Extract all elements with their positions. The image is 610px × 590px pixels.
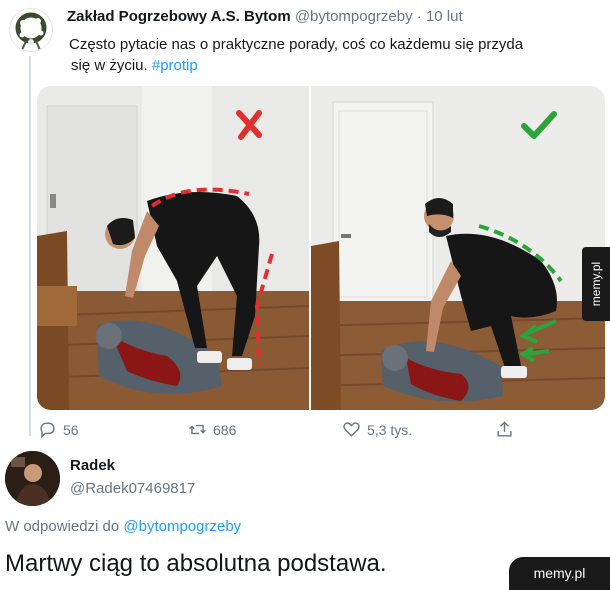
display-name[interactable]: Zakład Pogrzebowy A.S. Bytom [67,8,291,25]
reply-count: 56 [63,421,79,438]
reply-text: Martwy ciąg to absolutna podstawa. [5,550,387,577]
reply-handle[interactable]: @Radek07469817 [70,480,195,497]
separator: · [416,8,422,25]
tweet-text-line1: Często pytacie nas o praktyczne porady, … [69,36,524,53]
corner-watermark: memy.pl [509,557,610,590]
wreath-icon [15,12,47,51]
tweet-date[interactable]: 10 lut [426,8,463,25]
account-avatar[interactable] [9,8,53,52]
user-photo [5,451,60,506]
like-count: 5,3 tys. [367,421,413,438]
side-watermark-label: memy.pl [589,261,603,307]
heart-icon [343,422,360,437]
side-watermark: memy.pl [582,247,610,321]
thread-line [29,56,31,436]
reply-prefix: W odpowiedzi do [5,518,120,535]
handle[interactable]: @bytompogrzeby [295,8,413,25]
retweet-icon [189,424,206,435]
reply-display-name[interactable]: Radek [70,457,115,474]
like-action[interactable]: 5,3 tys. [342,420,412,439]
tweet-header: Zakład Pogrzebowy A.S. Bytom @bytompogrz… [67,8,463,25]
tweet-text: Często pytacie nas o praktyczne porady, … [69,34,589,76]
reply-avatar[interactable] [5,451,60,506]
tweet-text-line2: się w życiu. [71,57,148,74]
share-action[interactable] [495,420,514,439]
reply-icon [40,422,55,439]
reply-context: W odpowiedzi do @bytompogrzeby [5,518,241,535]
reply-to-link[interactable]: @bytompogrzeby [123,518,241,535]
reply-action[interactable]: 56 [38,420,79,439]
photo-wrong-illustration [37,86,309,410]
retweet-action[interactable]: 686 [188,420,236,439]
hashtag-link[interactable]: #protip [152,57,198,74]
photo-correct-posture[interactable] [311,86,605,410]
photo-correct-illustration [311,86,605,410]
retweet-count: 686 [213,421,237,438]
photo-wrong-posture[interactable] [37,86,309,410]
share-icon [497,421,512,437]
